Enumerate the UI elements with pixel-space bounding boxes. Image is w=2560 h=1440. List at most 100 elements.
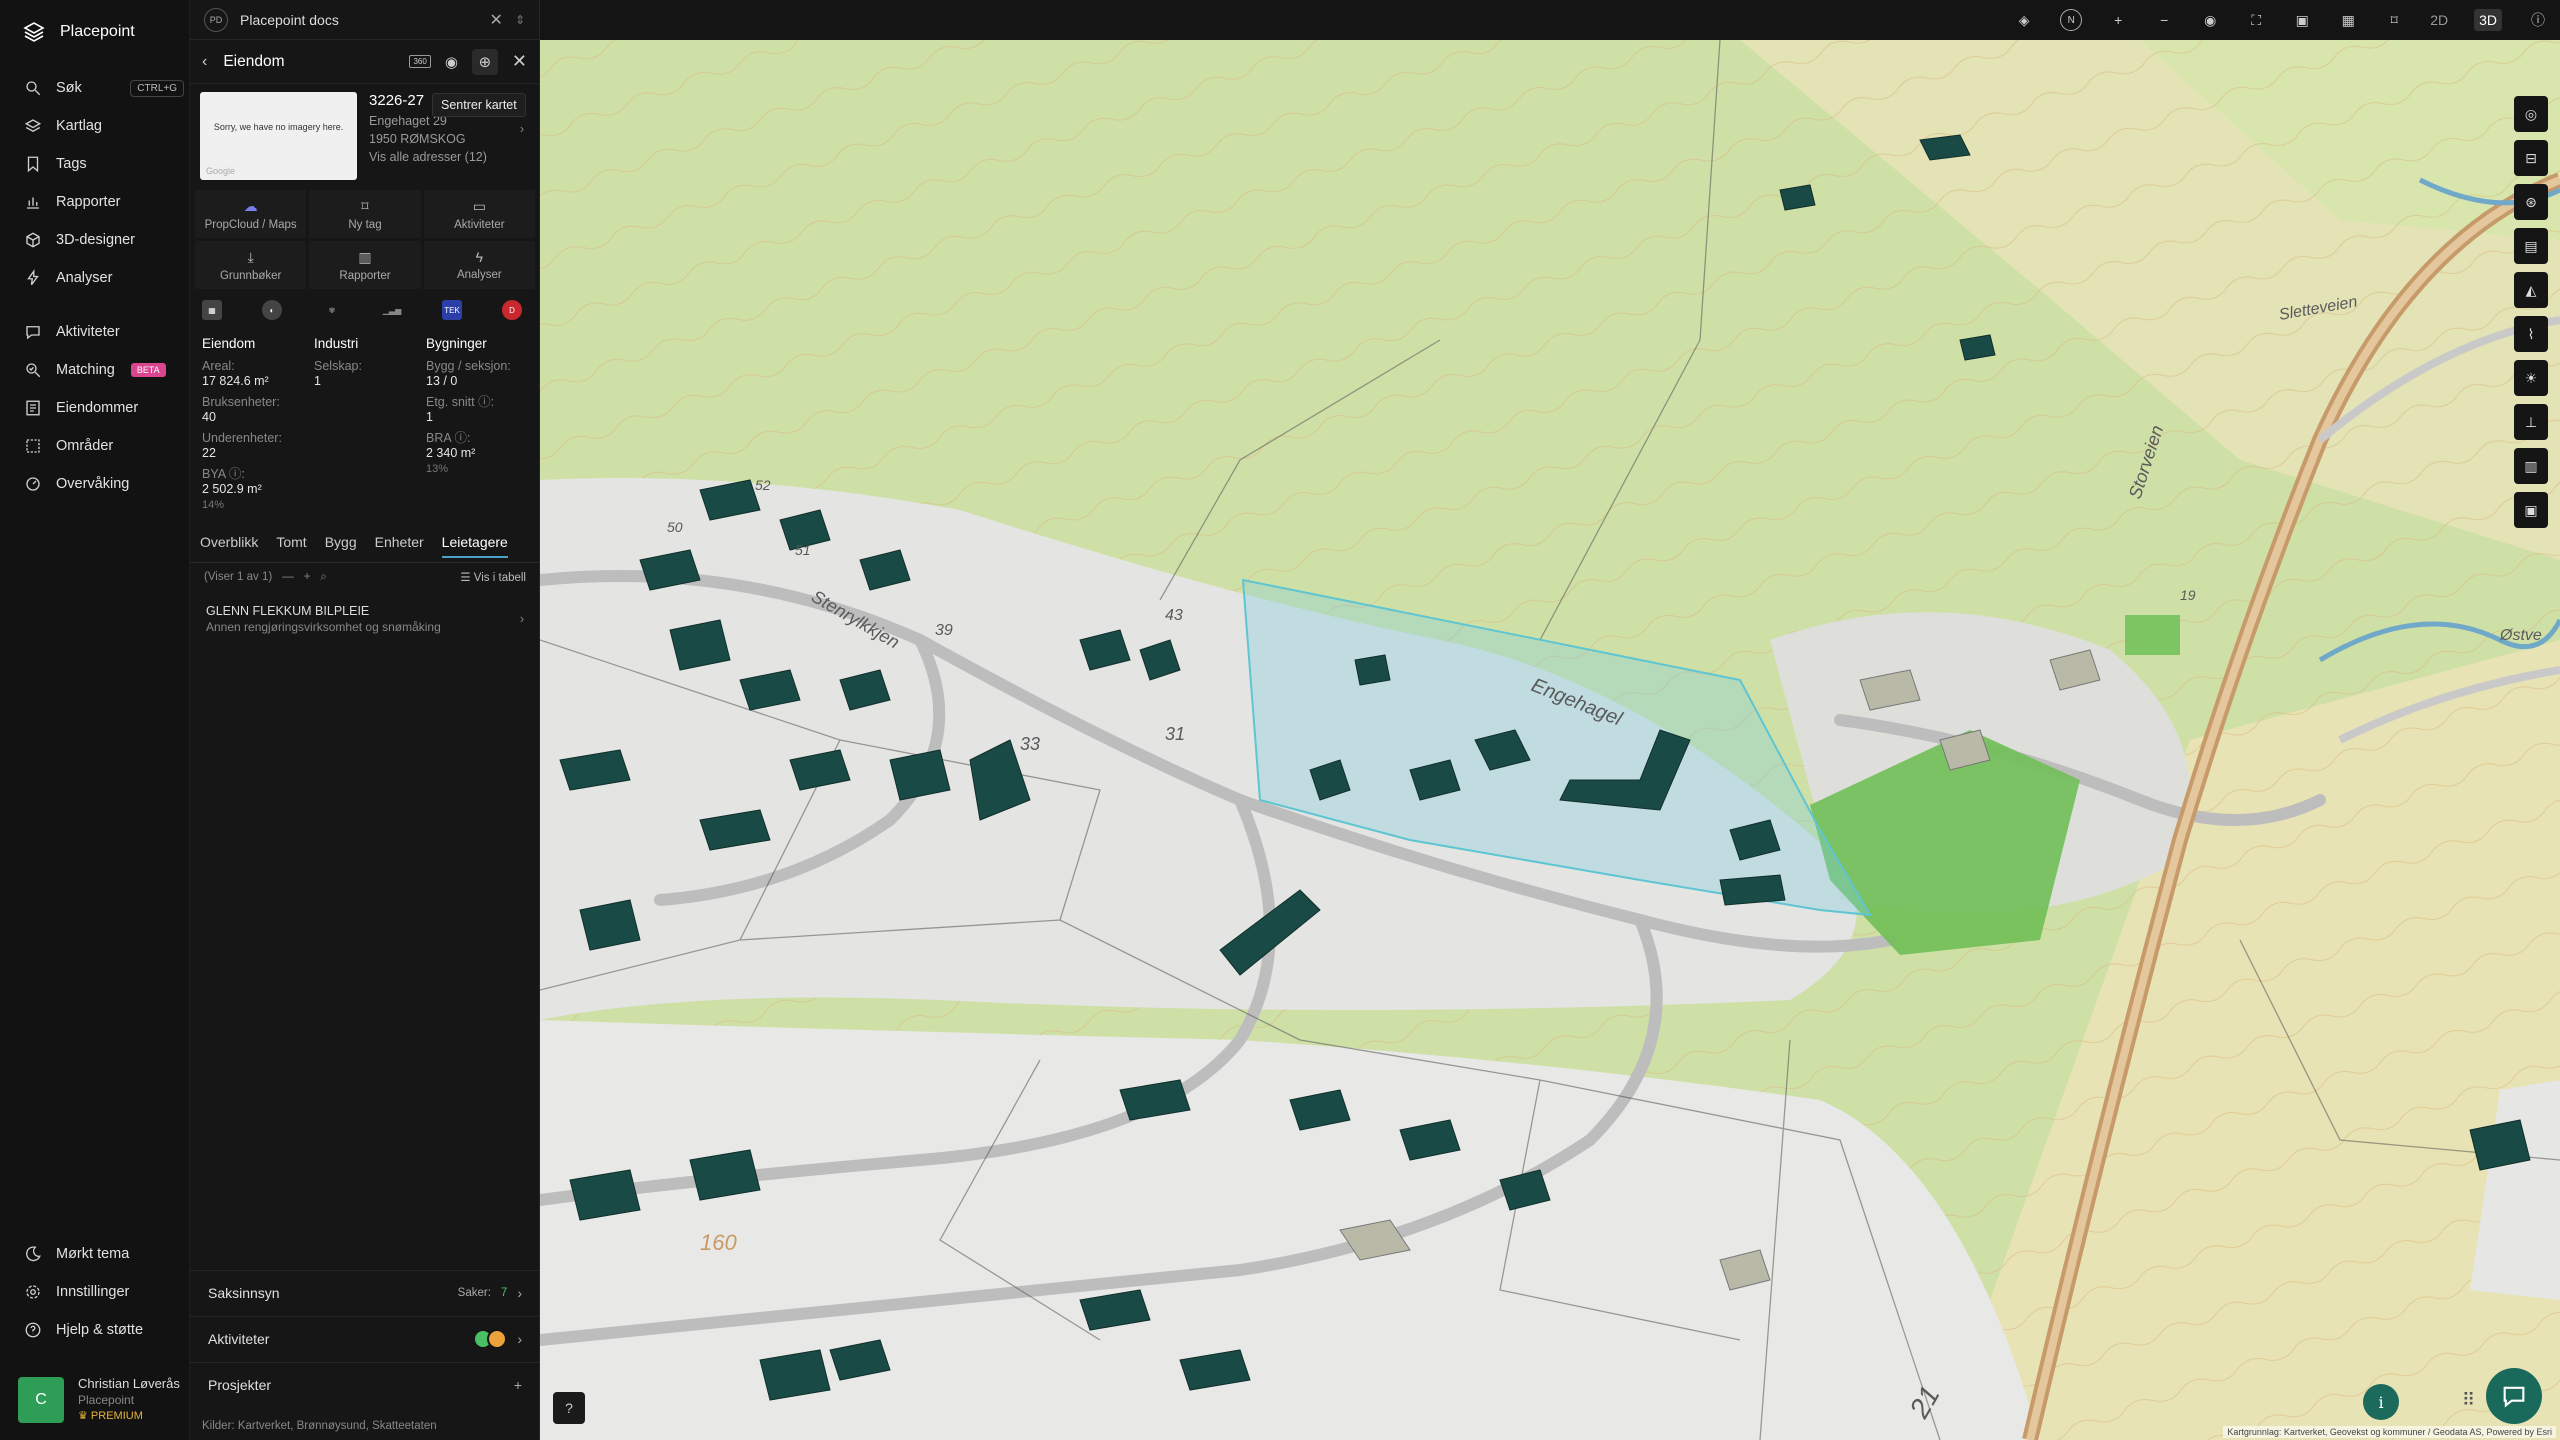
nav-item-help[interactable]: Hjelp & støtte bbox=[24, 1316, 184, 1344]
info-circle-icon[interactable]: ⓘ bbox=[2528, 10, 2548, 30]
activities-row[interactable]: Aktiviteter › bbox=[190, 1316, 540, 1360]
nav-item-properties[interactable]: Eiendommer bbox=[24, 394, 184, 422]
chart-tool-icon[interactable]: ▤ bbox=[2514, 228, 2548, 264]
crosshair-icon[interactable]: ⊕ bbox=[471, 48, 498, 75]
close-icon[interactable]: ✕ bbox=[490, 10, 503, 30]
draw-tool-icon[interactable]: ⊛ bbox=[2514, 184, 2548, 220]
layers-icon bbox=[24, 119, 42, 133]
stat-bra: 2 340 m² bbox=[426, 446, 476, 460]
close-icon[interactable]: ✕ bbox=[512, 51, 527, 72]
chevron-right-icon[interactable]: › bbox=[520, 120, 524, 138]
chevron-updown-icon[interactable]: ⇕ bbox=[515, 13, 525, 27]
nav-item-layers[interactable]: Kartlag bbox=[24, 112, 184, 140]
user-name: Christian Løverås bbox=[78, 1376, 180, 1391]
nav-item-analyses[interactable]: Analyser bbox=[24, 264, 184, 292]
help-icon[interactable]: ? bbox=[553, 1392, 585, 1424]
chat-support-button[interactable] bbox=[2486, 1368, 2542, 1424]
profile-tool-icon[interactable]: ⌇ bbox=[2514, 316, 2548, 352]
property-thumbnail[interactable]: Sorry, we have no imagery here. Google bbox=[200, 92, 358, 180]
source-link[interactable]: Kartverket, bbox=[238, 1420, 294, 1432]
eye-icon[interactable]: ◉ bbox=[445, 53, 458, 71]
export-tool-icon[interactable]: ▣ bbox=[2514, 492, 2548, 528]
nav-item-matching[interactable]: Matching BETA bbox=[24, 356, 184, 384]
all-addresses-link[interactable]: Vis alle adresser (12) bbox=[369, 148, 528, 166]
map-canvas[interactable]: Engehagel Sletteveien Storveien Stenrylk… bbox=[540, 40, 2560, 1440]
road-number: 19 bbox=[2180, 587, 2196, 603]
moon-icon bbox=[26, 1246, 41, 1262]
nav-item-3d-designer[interactable]: 3D-designer bbox=[24, 226, 184, 254]
source-plant-icon[interactable]: ✾ bbox=[322, 300, 342, 320]
zoom-out-icon[interactable]: − bbox=[2154, 10, 2174, 30]
grid-icon[interactable]: ▦ bbox=[2338, 10, 2358, 30]
projects-row[interactable]: Prosjekter + bbox=[190, 1362, 540, 1406]
view-table-button[interactable]: ☰ Vis i tabell bbox=[460, 570, 526, 584]
nav-label: Kartlag bbox=[56, 118, 102, 134]
search-icon[interactable]: ⌕ bbox=[320, 571, 326, 584]
beta-badge: BETA bbox=[130, 363, 166, 377]
stat-companies: 1 bbox=[314, 374, 321, 388]
source-signal-icon[interactable]: ▁▃▅ bbox=[382, 300, 402, 320]
saksinnsyn-row[interactable]: Saksinnsyn Saker: 7 › bbox=[190, 1270, 540, 1314]
source-globe-icon[interactable]: ◐ bbox=[262, 300, 282, 320]
chevron-right-icon: › bbox=[517, 1330, 522, 1347]
reports-button[interactable]: ▥ Rapporter bbox=[309, 241, 421, 289]
source-d-badge[interactable]: D bbox=[502, 300, 522, 320]
minus-icon[interactable]: — bbox=[282, 571, 294, 583]
app-brand[interactable]: Placepoint bbox=[22, 20, 135, 44]
chevron-right-icon: › bbox=[519, 612, 524, 626]
drag-grip-icon[interactable]: ⠿ bbox=[2462, 1390, 2475, 1411]
nav-item-settings[interactable]: Innstillinger bbox=[24, 1278, 184, 1306]
nav-label: Innstillinger bbox=[56, 1284, 130, 1300]
tab-tenants[interactable]: Leietagere bbox=[441, 534, 508, 558]
back-arrow-icon[interactable]: ‹ bbox=[202, 53, 207, 71]
road-label: Østve bbox=[2499, 627, 2542, 644]
nav-item-areas[interactable]: Områder bbox=[24, 432, 184, 460]
nav-item-tags[interactable]: Tags bbox=[24, 150, 184, 178]
fullscreen-icon[interactable]: ⛶ bbox=[2246, 10, 2266, 30]
info-icon[interactable]: i bbox=[2363, 1384, 2399, 1420]
land-registry-button[interactable]: ⤓ Grunnbøker bbox=[195, 241, 307, 289]
list-item[interactable]: GLENN FLEKKUM BILPLEIE Annen rengjørings… bbox=[206, 604, 524, 634]
sun-tool-icon[interactable]: ☀ bbox=[2514, 360, 2548, 396]
mode-2d-button[interactable]: 2D bbox=[2430, 12, 2448, 28]
nav-item-activities[interactable]: Aktiviteter bbox=[24, 318, 184, 346]
terrain-tool-icon[interactable]: ◭ bbox=[2514, 272, 2548, 308]
tab-plot[interactable]: Tomt bbox=[276, 534, 306, 558]
new-tag-button[interactable]: ⌑ Ny tag bbox=[309, 190, 421, 238]
360-view-icon[interactable]: 360 bbox=[409, 55, 431, 68]
height-tool-icon[interactable]: ⊥ bbox=[2514, 404, 2548, 440]
tab-buildings[interactable]: Bygg bbox=[325, 534, 357, 558]
mode-3d-button[interactable]: 3D bbox=[2474, 9, 2502, 31]
nav-item-search[interactable]: Søk CTRL+G bbox=[24, 74, 184, 102]
source-link[interactable]: Brønnøysund, bbox=[297, 1420, 369, 1432]
nav-item-monitoring[interactable]: Overvåking bbox=[24, 470, 184, 498]
detail-tabs: Overblikk Tomt Bygg Enheter Leietagere bbox=[200, 534, 508, 558]
nav-item-reports[interactable]: Rapporter bbox=[24, 188, 184, 216]
measure-tool-icon[interactable]: ⊟ bbox=[2514, 140, 2548, 176]
north-compass-icon[interactable]: N bbox=[2060, 9, 2083, 31]
stat-area: 17 824.6 m² bbox=[202, 374, 269, 388]
zoom-in-icon[interactable]: + bbox=[2108, 10, 2128, 30]
eye-icon[interactable]: ◉ bbox=[2200, 10, 2220, 30]
nav-item-dark-theme[interactable]: Mørkt tema bbox=[24, 1240, 184, 1268]
plus-icon[interactable]: + bbox=[304, 571, 311, 583]
activities-button[interactable]: ▭ Aktiviteter bbox=[423, 190, 535, 238]
city-tool-icon[interactable]: ▥ bbox=[2514, 448, 2548, 484]
map-svg[interactable]: Engehagel Sletteveien Storveien Stenrylk… bbox=[540, 40, 2560, 1440]
source-tek-badge[interactable]: TEK bbox=[442, 300, 462, 320]
no-imagery-text: Sorry, we have no imagery here. bbox=[213, 122, 344, 132]
plus-icon[interactable]: + bbox=[514, 1377, 522, 1393]
propcloud-button[interactable]: ☁ PropCloud / Maps bbox=[195, 190, 307, 238]
camera-icon[interactable]: ▣ bbox=[2292, 10, 2312, 30]
analyses-button[interactable]: ϟ Analyser bbox=[423, 241, 535, 289]
tab-units[interactable]: Enheter bbox=[375, 534, 424, 558]
tab-overview[interactable]: Overblikk bbox=[200, 534, 258, 558]
workspace-tab[interactable]: PD Placepoint docs ✕ ⇕ bbox=[190, 0, 539, 40]
cases-count: 7 bbox=[500, 1286, 508, 1299]
source-grid-icon[interactable]: ▦ bbox=[202, 300, 222, 320]
source-link[interactable]: Skatteetaten bbox=[372, 1420, 437, 1432]
layers-tool-icon[interactable]: ◎ bbox=[2514, 96, 2548, 132]
user-profile[interactable]: C Christian Løverås Placepoint ♛ PREMIUM bbox=[18, 1376, 180, 1424]
bookmark-icon[interactable]: ⌑ bbox=[2384, 10, 2404, 30]
layers-stack-icon[interactable]: ◈ bbox=[2014, 10, 2034, 30]
